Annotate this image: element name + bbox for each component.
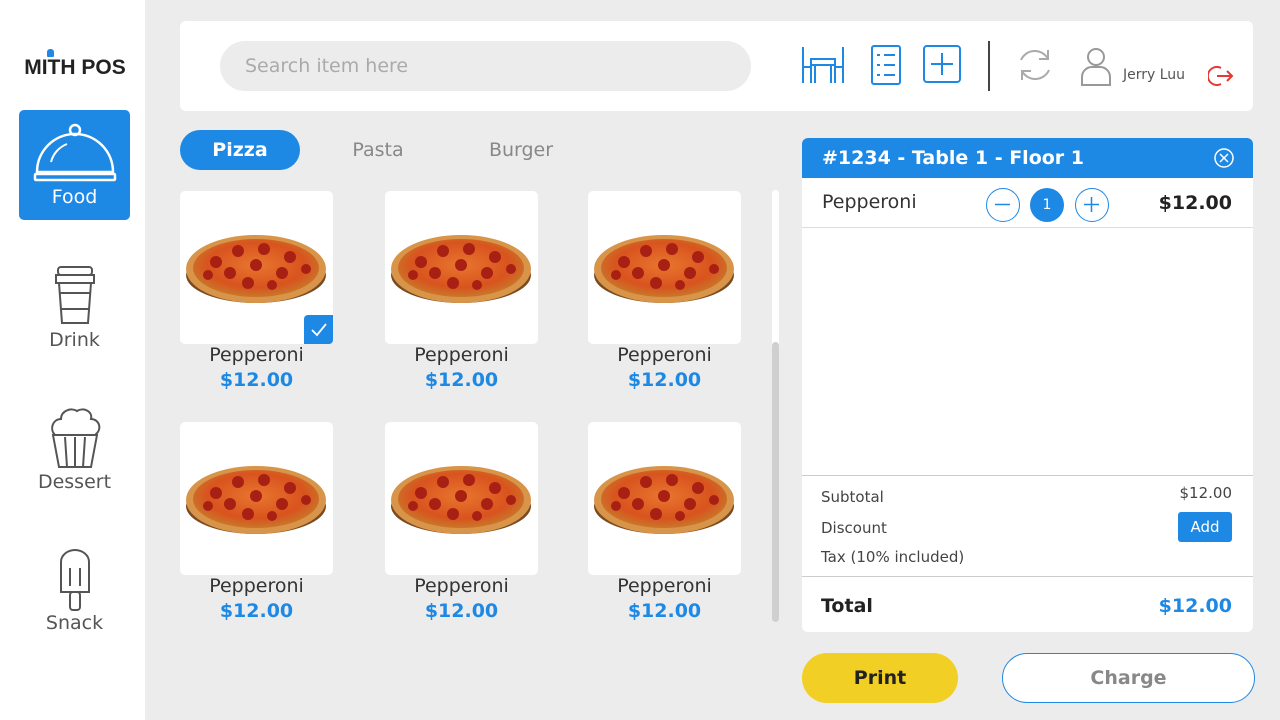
add-icon[interactable] bbox=[923, 45, 961, 83]
toolbar-divider bbox=[988, 41, 990, 91]
pizza-image bbox=[391, 466, 531, 534]
total-value: $12.00 bbox=[1158, 595, 1232, 617]
refresh-icon[interactable] bbox=[1015, 45, 1055, 85]
user-icon bbox=[1081, 48, 1111, 86]
product-price: $12.00 bbox=[219, 369, 294, 391]
sidebar-item-label: Dessert bbox=[37, 471, 112, 493]
product-card[interactable] bbox=[180, 422, 333, 575]
minus-icon bbox=[995, 203, 1010, 206]
close-icon[interactable] bbox=[1214, 148, 1234, 168]
product-price: $12.00 bbox=[627, 369, 702, 391]
product-card[interactable] bbox=[385, 191, 538, 344]
product-price: $12.00 bbox=[424, 600, 499, 622]
product-price: $12.00 bbox=[424, 369, 499, 391]
order-panel: #1234 - Table 1 - Floor 1 Pepperoni 1 $1… bbox=[802, 138, 1253, 632]
pizza-image bbox=[594, 235, 734, 303]
product-card[interactable] bbox=[588, 191, 741, 344]
order-title: #1234 - Table 1 - Floor 1 bbox=[822, 147, 1085, 169]
total-label: Total bbox=[821, 595, 873, 617]
sidebar-item-food[interactable]: Food bbox=[19, 110, 130, 220]
print-button[interactable]: Print bbox=[802, 653, 958, 703]
sidebar-item-snack[interactable]: Snack bbox=[19, 540, 130, 650]
decrease-qty-button[interactable] bbox=[986, 188, 1020, 222]
coffee-cup-icon bbox=[54, 266, 95, 324]
sidebar-item-label: Drink bbox=[49, 329, 100, 351]
sidebar-item-label: Food bbox=[51, 186, 98, 208]
order-summary: Subtotal $12.00 Discount Add Tax (10% in… bbox=[802, 475, 1253, 575]
search-input[interactable] bbox=[220, 41, 751, 91]
tab-pizza[interactable]: Pizza bbox=[180, 130, 300, 170]
tab-burger[interactable]: Burger bbox=[478, 130, 564, 170]
sidebar: MITH POS Food Drink Dessert Snack bbox=[0, 0, 145, 720]
cupcake-icon bbox=[50, 408, 100, 468]
app-logo: MITH POS bbox=[0, 49, 150, 80]
add-discount-button[interactable]: Add bbox=[1178, 512, 1232, 542]
chef-hat-icon bbox=[47, 49, 54, 57]
logout-icon[interactable] bbox=[1208, 65, 1234, 87]
logo-text: MITH POS bbox=[24, 56, 126, 79]
order-total: Total $12.00 bbox=[802, 576, 1253, 632]
product-name: Pepperoni bbox=[209, 344, 304, 366]
pizza-image bbox=[186, 235, 326, 303]
user-name: Jerry Luu bbox=[1123, 67, 1186, 83]
increase-qty-button[interactable] bbox=[1075, 188, 1109, 222]
sidebar-item-drink[interactable]: Drink bbox=[19, 255, 130, 365]
sidebar-item-dessert[interactable]: Dessert bbox=[19, 395, 130, 505]
pizza-image bbox=[391, 235, 531, 303]
popsicle-icon bbox=[59, 549, 90, 611]
selected-check-icon bbox=[304, 315, 333, 344]
cloche-icon bbox=[33, 123, 116, 182]
product-name: Pepperoni bbox=[617, 575, 712, 597]
subtotal-label: Subtotal bbox=[821, 488, 884, 506]
product-scrollbar-thumb[interactable] bbox=[772, 342, 779, 622]
product-price: $12.00 bbox=[627, 600, 702, 622]
table-icon[interactable] bbox=[801, 45, 845, 85]
subtotal-value: $12.00 bbox=[1179, 484, 1233, 502]
list-icon[interactable] bbox=[871, 45, 901, 85]
product-card[interactable] bbox=[588, 422, 741, 575]
discount-label: Discount bbox=[821, 519, 887, 537]
pizza-image bbox=[594, 466, 734, 534]
line-item-price: $12.00 bbox=[1158, 192, 1232, 214]
top-bar: Jerry Luu bbox=[180, 21, 1253, 111]
tab-pasta[interactable]: Pasta bbox=[338, 130, 418, 170]
product-name: Pepperoni bbox=[414, 575, 509, 597]
plus-icon bbox=[1084, 197, 1099, 212]
order-header: #1234 - Table 1 - Floor 1 bbox=[802, 138, 1253, 178]
product-price: $12.00 bbox=[219, 600, 294, 622]
qty-value: 1 bbox=[1030, 188, 1064, 222]
order-line-item: Pepperoni 1 $12.00 bbox=[802, 178, 1253, 228]
sidebar-item-label: Snack bbox=[45, 612, 104, 634]
product-name: Pepperoni bbox=[617, 344, 712, 366]
tax-label: Tax (10% included) bbox=[821, 548, 965, 566]
product-card[interactable] bbox=[385, 422, 538, 575]
product-name: Pepperoni bbox=[414, 344, 509, 366]
line-item-name: Pepperoni bbox=[822, 191, 917, 213]
pizza-image bbox=[186, 466, 326, 534]
product-name: Pepperoni bbox=[209, 575, 304, 597]
product-card[interactable] bbox=[180, 191, 333, 344]
charge-button[interactable]: Charge bbox=[1002, 653, 1255, 703]
